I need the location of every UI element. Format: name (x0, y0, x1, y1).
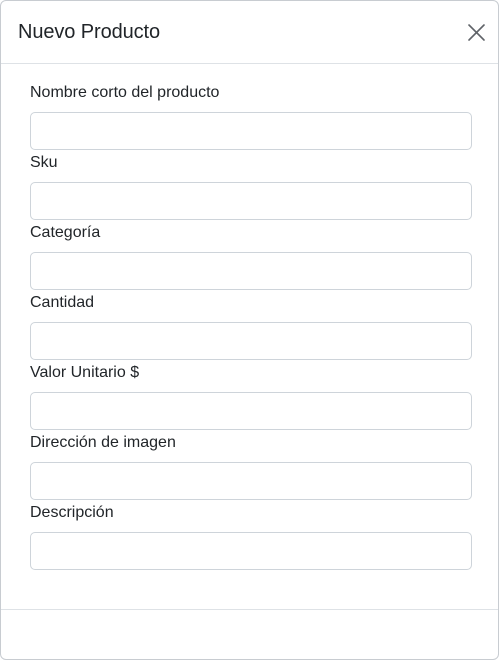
descripcion-input[interactable] (30, 532, 472, 570)
label-sku: Sku (30, 154, 58, 171)
nombre-input[interactable] (30, 112, 472, 150)
label-direccion-imagen: Dirección de imagen (30, 434, 176, 451)
modal-footer-divider (1, 609, 498, 610)
valor-unitario-input[interactable] (30, 392, 472, 430)
new-product-modal: Nuevo Producto Nombre corto del producto… (0, 0, 499, 660)
categoria-input[interactable] (30, 252, 472, 290)
label-valor-unitario: Valor Unitario $ (30, 364, 140, 381)
label-descripcion: Descripción (30, 504, 114, 521)
label-nombre: Nombre corto del producto (30, 84, 220, 101)
cantidad-input[interactable] (30, 322, 472, 360)
close-icon (468, 24, 485, 41)
modal-title: Nuevo Producto (18, 21, 161, 43)
direccion-imagen-input[interactable] (30, 462, 472, 500)
close-button[interactable] (463, 19, 489, 45)
modal-header: Nuevo Producto (1, 1, 498, 64)
label-categoria: Categoría (30, 224, 101, 241)
sku-input[interactable] (30, 182, 472, 220)
label-cantidad: Cantidad (30, 294, 95, 311)
